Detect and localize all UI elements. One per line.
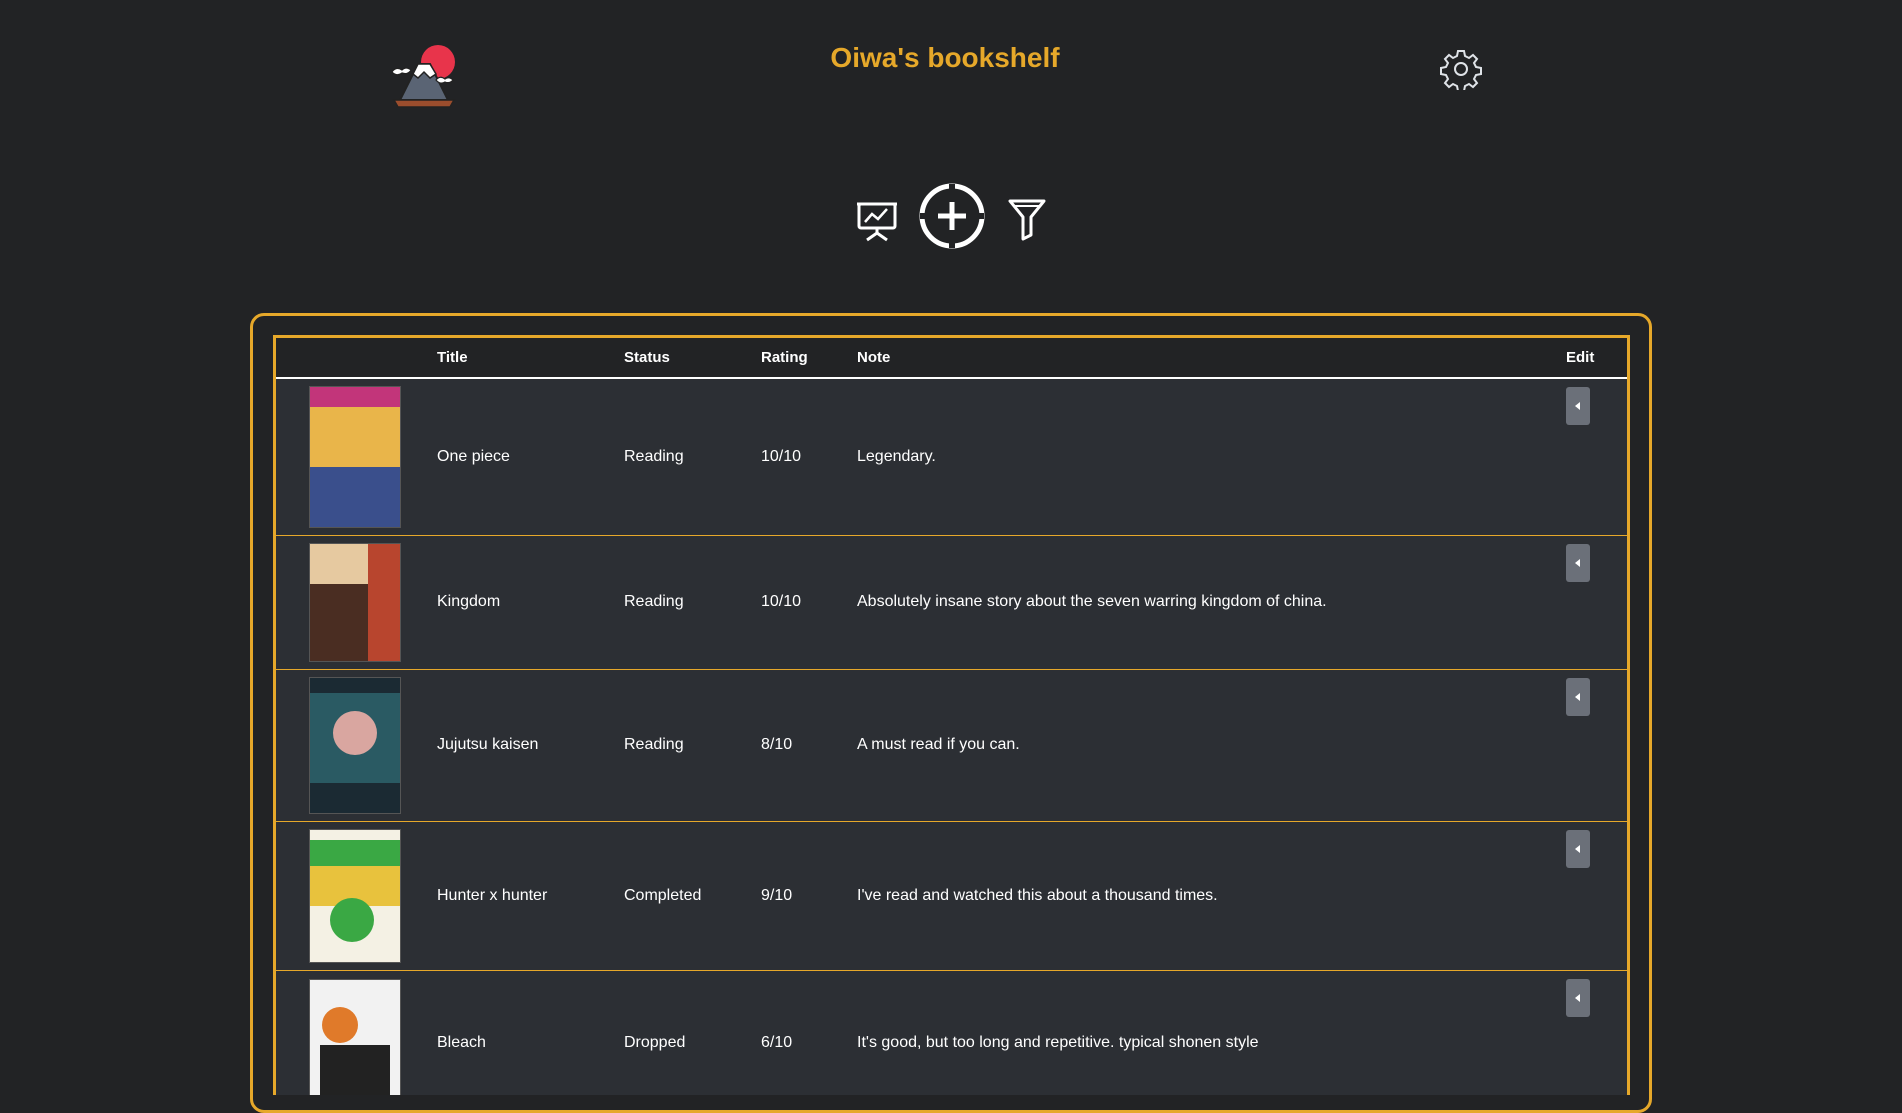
edit-cell <box>1557 535 1627 669</box>
book-cover-image <box>309 978 401 1095</box>
book-title: Jujutsu kaisen <box>437 736 539 753</box>
edit-toggle-button[interactable] <box>1566 543 1590 582</box>
book-rating: 9/10 <box>761 886 793 904</box>
statistics-button[interactable] <box>855 198 899 242</box>
edit-toggle-button[interactable] <box>1566 829 1590 868</box>
book-cover-image <box>309 542 401 662</box>
book-cover-image <box>309 828 401 963</box>
page-title: Oiwa's bookshelf <box>830 42 1060 73</box>
book-cover-image <box>309 676 401 814</box>
table-row[interactable]: Bleach Dropped 6/10 It's good, but too l… <box>276 970 1627 1095</box>
column-rating[interactable]: Rating <box>761 338 857 378</box>
cover-cell <box>276 821 437 970</box>
filter-funnel-icon <box>1008 199 1046 241</box>
column-note: Note <box>857 349 891 366</box>
gear-icon <box>1440 50 1482 92</box>
table-row[interactable]: Hunter x hunter Completed 9/10 I've read… <box>276 821 1627 970</box>
book-title: One piece <box>437 447 510 465</box>
add-book-button[interactable] <box>918 182 986 250</box>
edit-cell <box>1557 821 1627 970</box>
edit-cell <box>1557 378 1627 535</box>
book-status: Completed <box>624 886 702 904</box>
edit-toggle-button[interactable] <box>1566 387 1590 425</box>
cover-cell <box>276 535 437 669</box>
table-header-row: Title Status Rating Note Edit <box>276 338 1627 378</box>
caret-left-icon <box>1575 402 1580 410</box>
edit-toggle-button[interactable] <box>1566 978 1590 1017</box>
book-title: Bleach <box>437 1033 486 1051</box>
book-note: A must read if you can. <box>857 736 1020 753</box>
cover-cell <box>276 970 437 1095</box>
bookshelf-table: Title Status Rating Note Edit One piece … <box>276 338 1627 1095</box>
book-status: Reading <box>624 736 684 753</box>
caret-left-icon <box>1575 844 1580 853</box>
caret-left-icon <box>1575 692 1580 701</box>
table-row[interactable]: One piece Reading 10/10 Legendary. <box>276 378 1627 535</box>
edit-cell <box>1557 970 1627 1095</box>
cover-cell <box>276 669 437 821</box>
book-note: It's good, but too long and repetitive. … <box>857 1033 1259 1051</box>
book-note: I've read and watched this about a thous… <box>857 886 1218 904</box>
settings-button[interactable] <box>1440 48 1482 92</box>
column-status[interactable]: Status <box>624 338 761 378</box>
table-row[interactable]: Kingdom Reading 10/10 Absolutely insane … <box>276 535 1627 669</box>
book-status: Reading <box>624 593 684 610</box>
book-rating: 10/10 <box>761 447 802 465</box>
book-title: Hunter x hunter <box>437 886 548 904</box>
book-rating: 10/10 <box>761 593 802 610</box>
toolbar <box>0 182 1902 262</box>
caret-left-icon <box>1575 993 1580 1002</box>
caret-left-icon <box>1575 558 1580 567</box>
book-title: Kingdom <box>437 593 501 610</box>
cover-cell <box>276 378 437 535</box>
book-note: Absolutely insane story about the seven … <box>857 593 1327 610</box>
add-circle-icon <box>919 183 985 249</box>
filter-button[interactable] <box>1007 197 1047 241</box>
column-edit: Edit <box>1566 349 1595 366</box>
edit-toggle-button[interactable] <box>1566 677 1590 716</box>
book-rating: 8/10 <box>761 736 793 753</box>
book-cover-image <box>309 385 401 528</box>
table-row[interactable]: Jujutsu kaisen Reading 8/10 A must read … <box>276 669 1627 821</box>
column-cover <box>276 338 437 378</box>
book-status: Dropped <box>624 1033 686 1051</box>
edit-cell <box>1557 669 1627 821</box>
book-status: Reading <box>624 447 684 465</box>
book-note: Legendary. <box>857 447 936 465</box>
book-rating: 6/10 <box>761 1033 793 1051</box>
column-title[interactable]: Title <box>437 338 624 378</box>
presentation-chart-icon <box>857 202 897 242</box>
bookshelf-table-container: Title Status Rating Note Edit One piece … <box>273 335 1630 1095</box>
